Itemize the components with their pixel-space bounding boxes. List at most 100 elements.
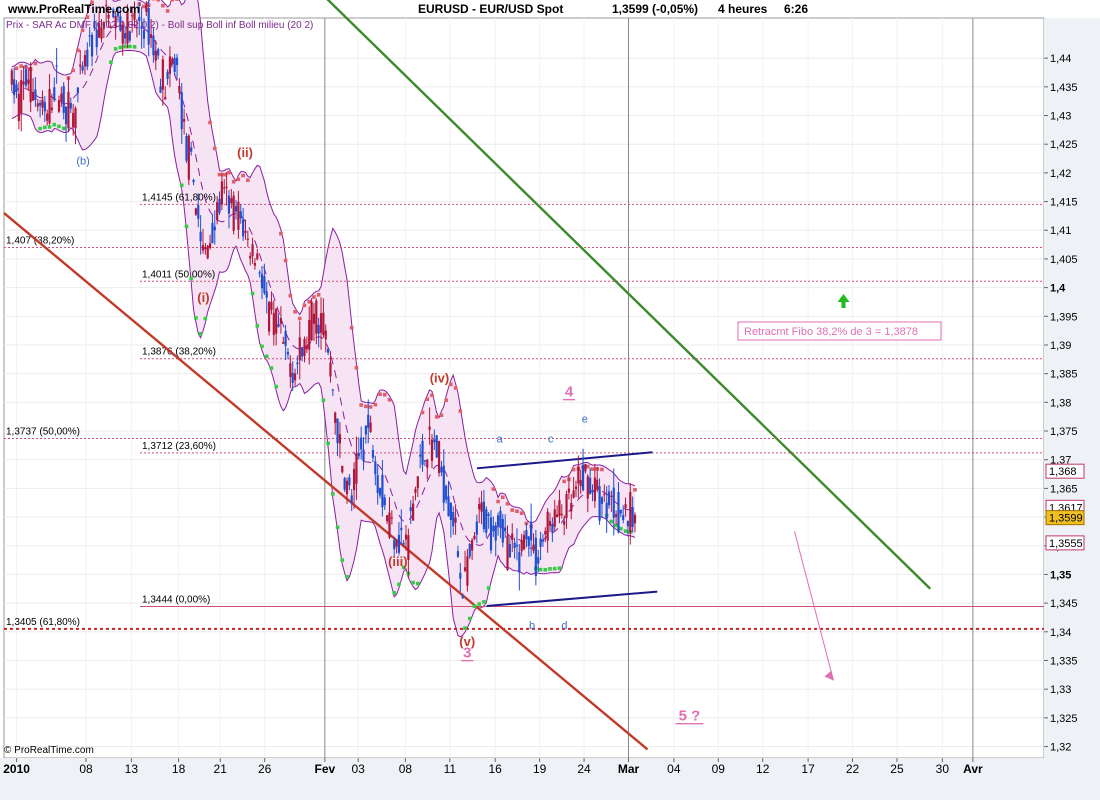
wave-label: 3 <box>463 645 471 662</box>
candle-body <box>258 272 261 274</box>
sar-dot <box>562 479 566 484</box>
candle-body <box>173 57 176 73</box>
sar-dot <box>128 44 132 49</box>
sar-dot <box>184 224 189 229</box>
candle-body <box>242 219 245 237</box>
candle-body <box>374 461 377 475</box>
candle-body <box>348 477 351 486</box>
candle-body <box>579 480 582 487</box>
candle-body <box>612 487 615 518</box>
y-tick-label: 1,32 <box>1050 742 1071 754</box>
candle-body <box>435 435 438 458</box>
wave-label: d <box>561 620 567 632</box>
candle-body <box>591 490 594 493</box>
fib-label: 1,3737 (50,00%) <box>6 426 80 437</box>
candle-body <box>315 300 318 334</box>
sar-dot <box>246 178 250 183</box>
price-tag-label: 1,3555 <box>1049 538 1083 550</box>
sar-dot <box>297 316 302 321</box>
clock-time: 6:26 <box>784 2 809 16</box>
sar-dot <box>619 526 623 531</box>
candle-body <box>159 86 162 93</box>
candle-body <box>619 509 622 514</box>
candle-body <box>581 464 585 491</box>
candle-body <box>447 496 450 517</box>
sar-dot <box>467 616 472 621</box>
candle-body <box>357 453 360 457</box>
candle-body <box>95 29 98 48</box>
sar-dot <box>14 66 19 71</box>
sar-dot <box>538 567 543 572</box>
sar-dot <box>43 125 47 130</box>
candle-body <box>499 510 502 528</box>
fib-label: 1,3405 (61,80%) <box>6 617 80 628</box>
candle-body <box>319 313 323 333</box>
candle-body <box>64 106 68 125</box>
candle-body <box>487 513 490 516</box>
sar-dot <box>288 293 293 298</box>
candle-body <box>83 55 87 67</box>
candle-body <box>227 195 231 214</box>
sar-dot <box>505 501 510 506</box>
candle-body <box>178 86 181 93</box>
candle-body <box>428 426 431 430</box>
x-tick-label: 18 <box>172 762 186 776</box>
candle-body <box>199 231 202 242</box>
candle-body <box>411 503 415 521</box>
candle-body <box>537 557 540 564</box>
candle-body <box>494 525 497 541</box>
y-tick-label: 1,425 <box>1050 139 1078 151</box>
candle-body <box>225 186 228 188</box>
sar-dot <box>382 392 387 397</box>
x-tick-label: 22 <box>846 762 860 776</box>
candle-body <box>355 453 358 484</box>
candle-body <box>67 91 70 129</box>
wave-label: c <box>548 433 554 445</box>
candle-body <box>263 276 266 293</box>
sar-dot <box>175 0 179 1</box>
sar-dot <box>241 173 245 178</box>
sar-dot <box>194 316 198 320</box>
sar-dot <box>208 120 212 125</box>
sar-dot <box>552 566 557 571</box>
sar-dot <box>316 292 321 297</box>
candle-body <box>164 96 167 100</box>
y-tick-label: 1,415 <box>1050 197 1078 209</box>
candle-body <box>338 434 342 444</box>
candle-body <box>553 509 556 527</box>
sar-dot <box>444 398 448 403</box>
candle-body <box>291 372 294 383</box>
x-tick-label: 2010 <box>3 762 30 776</box>
wave-label: (iii) <box>388 554 408 569</box>
sar-dot <box>61 126 66 131</box>
sar-dot <box>283 258 288 263</box>
timeframe: 4 heures <box>718 2 768 16</box>
candle-body <box>24 69 28 86</box>
candle-body <box>515 544 519 547</box>
sar-dot <box>170 0 175 2</box>
sar-dot <box>118 45 123 50</box>
candle-body <box>41 99 44 108</box>
candle-body <box>256 253 259 260</box>
sar-dot <box>486 586 491 590</box>
candle-body <box>216 202 219 221</box>
x-tick-label: 03 <box>351 762 365 776</box>
candle-body <box>546 511 549 541</box>
candle-body <box>267 302 271 332</box>
x-tick-label: 13 <box>125 762 139 776</box>
wave-label: b <box>529 620 535 632</box>
candle-body <box>570 503 573 512</box>
candle-body <box>452 512 455 527</box>
x-tick-label: 12 <box>756 762 770 776</box>
candle-body <box>305 345 308 350</box>
sar-dot <box>453 386 458 390</box>
candle-body <box>279 318 282 324</box>
candle-body <box>437 440 441 474</box>
y-tick-label: 1,35 <box>1050 569 1071 581</box>
candle-body <box>501 519 504 543</box>
last-price: 1,3599 (-0,05%) <box>612 2 699 16</box>
candle-body <box>308 319 311 350</box>
site-name[interactable]: www.ProRealTime.com <box>8 2 140 18</box>
sar-dot <box>71 68 75 73</box>
x-tick-label: 04 <box>667 762 681 776</box>
